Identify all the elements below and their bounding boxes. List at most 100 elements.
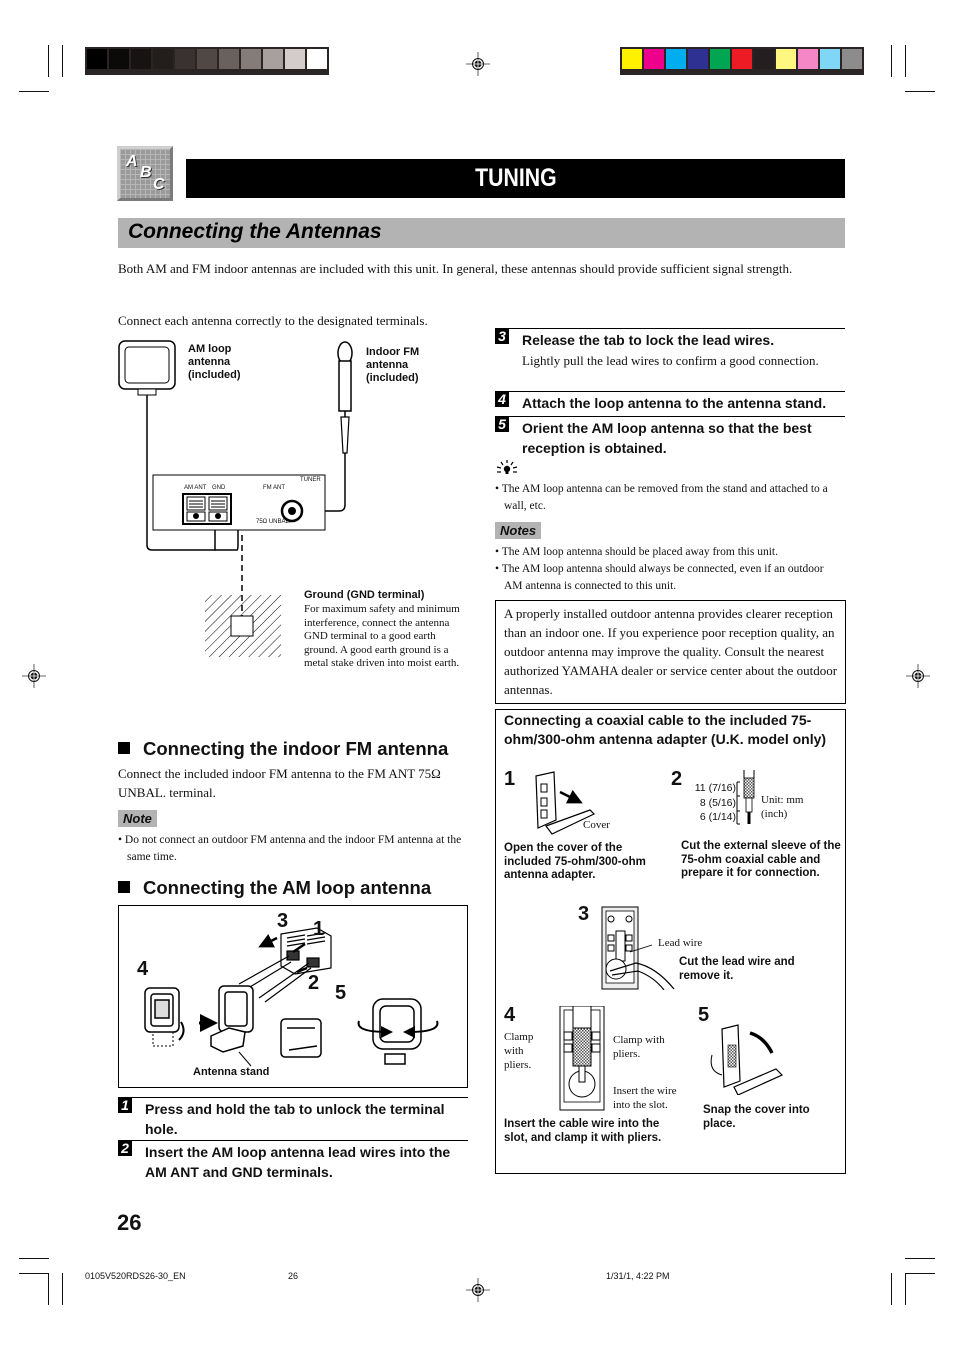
color-swatch — [175, 49, 195, 69]
color-swatch — [622, 49, 642, 69]
lead-wire-callout: Lead wire — [658, 937, 703, 949]
color-swatch — [776, 49, 796, 69]
am-section-heading: Connecting the AM loop antenna — [118, 877, 431, 899]
fm-ant-terminal-label: FM ANT — [263, 485, 285, 491]
color-swatch — [241, 49, 261, 69]
color-swatch — [131, 49, 151, 69]
color-swatch — [710, 49, 730, 69]
registration-mark-icon — [22, 664, 46, 688]
diagram-step-5: 5 — [335, 982, 347, 1004]
icon-letter: A — [126, 153, 138, 170]
diagram-step-1: 1 — [313, 918, 325, 940]
coax-step-3-caption: Cut the lead wire and remove it. — [679, 956, 795, 982]
clamp-callout-right: Clamp with pliers. — [613, 1034, 665, 1060]
color-swatch — [109, 49, 129, 69]
notes-label: Notes — [495, 522, 542, 539]
color-swatch — [798, 49, 818, 69]
cover-callout: Cover — [583, 819, 610, 831]
am-loop-assembly-illustration — [144, 927, 439, 1067]
antenna-stand-label: Antenna stand — [193, 1066, 270, 1078]
diagram-step-3: 3 — [277, 910, 289, 932]
coax-step-2-caption: Cut the external sleeve of the 75-ohm co… — [681, 840, 841, 879]
color-swatch — [285, 49, 305, 69]
lightbulb-icon — [496, 460, 518, 474]
coaxial-cable-box: Connecting a coaxial cable to the includ… — [495, 709, 846, 1174]
coax-step-4-caption: Insert the cable wire into the slot, and… — [504, 1118, 662, 1144]
icon-letter: B — [140, 164, 152, 181]
color-swatch — [197, 49, 217, 69]
step-number-badge: 3 — [495, 328, 509, 344]
coax-step-5-caption: Snap the cover into place. — [703, 1104, 810, 1130]
abc-chapter-icon: A B C — [117, 146, 173, 201]
color-swatch — [842, 49, 862, 69]
ground-description: For maximum safety and minimum interfere… — [304, 603, 460, 669]
step-description: Lightly pull the lead wires to confirm a… — [522, 352, 819, 368]
unit-label: Unit: mm (inch) — [761, 794, 804, 820]
coax-step-2-number: 2 — [671, 768, 683, 790]
note-label: Note — [118, 810, 157, 827]
color-swatch — [219, 49, 239, 69]
footer-timestamp: 1/31/1, 4:22 PM — [606, 1271, 670, 1281]
cable-dimensions: 11 (7/16) 8 (5/16) 6 (1/14) — [690, 781, 736, 825]
footer-sheet-number: 26 — [288, 1271, 299, 1281]
chapter-title-text: TUNING — [474, 164, 557, 192]
step-number-badge: 5 — [495, 416, 509, 432]
color-swatch — [732, 49, 752, 69]
color-swatch — [754, 49, 774, 69]
step-title: Release the tab to lock the lead wires. — [522, 332, 775, 348]
ground-title: Ground (GND terminal) — [304, 589, 425, 601]
dimension-label: 6 (1/14) — [699, 811, 736, 823]
clamp-callout-left: Clamp with pliers. — [504, 1031, 534, 1071]
step-number-badge: 4 — [495, 391, 509, 407]
step-1: 1 Press and hold the tab to unlock the t… — [118, 1097, 468, 1139]
page-number: 26 — [117, 1210, 142, 1235]
registration-mark-icon — [906, 664, 930, 688]
color-swatch — [263, 49, 283, 69]
color-calibration-bar — [620, 47, 864, 75]
coax-step-4-number: 4 — [504, 1004, 516, 1026]
step-2: 2 Insert the AM loop antenna lead wires … — [118, 1140, 468, 1182]
color-swatch — [87, 49, 107, 69]
registration-mark-icon — [466, 1278, 490, 1302]
intro-paragraph: Both AM and FM indoor antennas are inclu… — [118, 261, 793, 276]
step-title: Attach the loop antenna to the antenna s… — [522, 395, 827, 411]
step-3: 3 Release the tab to lock the lead wires… — [495, 328, 845, 370]
icon-letter: C — [153, 176, 165, 193]
grayscale-calibration-bar — [85, 47, 329, 75]
tuner-label: TUNER — [300, 477, 321, 483]
step-title: Press and hold the tab to unlock the ter… — [145, 1101, 445, 1137]
step-title: Orient the AM loop antenna so that the b… — [522, 420, 812, 456]
section-title: Connecting the Antennas — [128, 220, 382, 243]
color-swatch — [153, 49, 173, 69]
coax-cable-strip-illustration — [736, 770, 755, 825]
am-heading-text: Connecting the AM loop antenna — [143, 877, 432, 898]
note-item: • The AM loop antenna should be placed a… — [495, 546, 778, 558]
step-number-badge: 1 — [118, 1097, 132, 1113]
am-loop-diagram-box: 3 1 2 4 5 Antenna stand — [118, 905, 468, 1088]
diagram-step-2: 2 — [308, 972, 320, 994]
unbal-label: 75Ω UNBAL. — [256, 519, 291, 525]
chapter-title: TUNING — [186, 159, 845, 198]
color-swatch — [820, 49, 840, 69]
step-5: 5 Orient the AM loop antenna so that the… — [495, 416, 845, 458]
note-text: The AM loop antenna should always be con… — [501, 563, 824, 592]
coax-step-3-number: 3 — [578, 903, 590, 925]
footer-file-id: 0105V520RDS26-30_EN — [85, 1271, 186, 1281]
registration-mark-icon — [466, 52, 490, 76]
note-item: • The AM loop antenna should always be c… — [495, 563, 824, 592]
fm-section-text: Connect the included indoor FM antenna t… — [118, 766, 441, 800]
clamp-wire-illustration — [559, 1006, 605, 1111]
tip-text: The AM loop antenna can be removed from … — [501, 483, 828, 512]
note-text: Do not connect an outdoor FM antenna and… — [124, 834, 462, 863]
outdoor-antenna-text: A properly installed outdoor antenna pro… — [504, 606, 838, 697]
dimension-label: 11 (7/16) — [694, 782, 736, 794]
color-swatch — [307, 49, 327, 69]
dimension-label: 8 (5/16) — [699, 796, 736, 809]
step-4: 4 Attach the loop antenna to the antenna… — [495, 391, 845, 414]
step-number-badge: 2 — [118, 1140, 132, 1156]
fm-antenna-label: Indoor FM antenna (included) — [366, 346, 420, 384]
color-swatch — [644, 49, 664, 69]
coax-box-title: Connecting a coaxial cable to the includ… — [504, 712, 827, 747]
snap-cover-illustration — [710, 1024, 784, 1095]
fm-section-heading: Connecting the indoor FM antenna — [118, 738, 448, 760]
